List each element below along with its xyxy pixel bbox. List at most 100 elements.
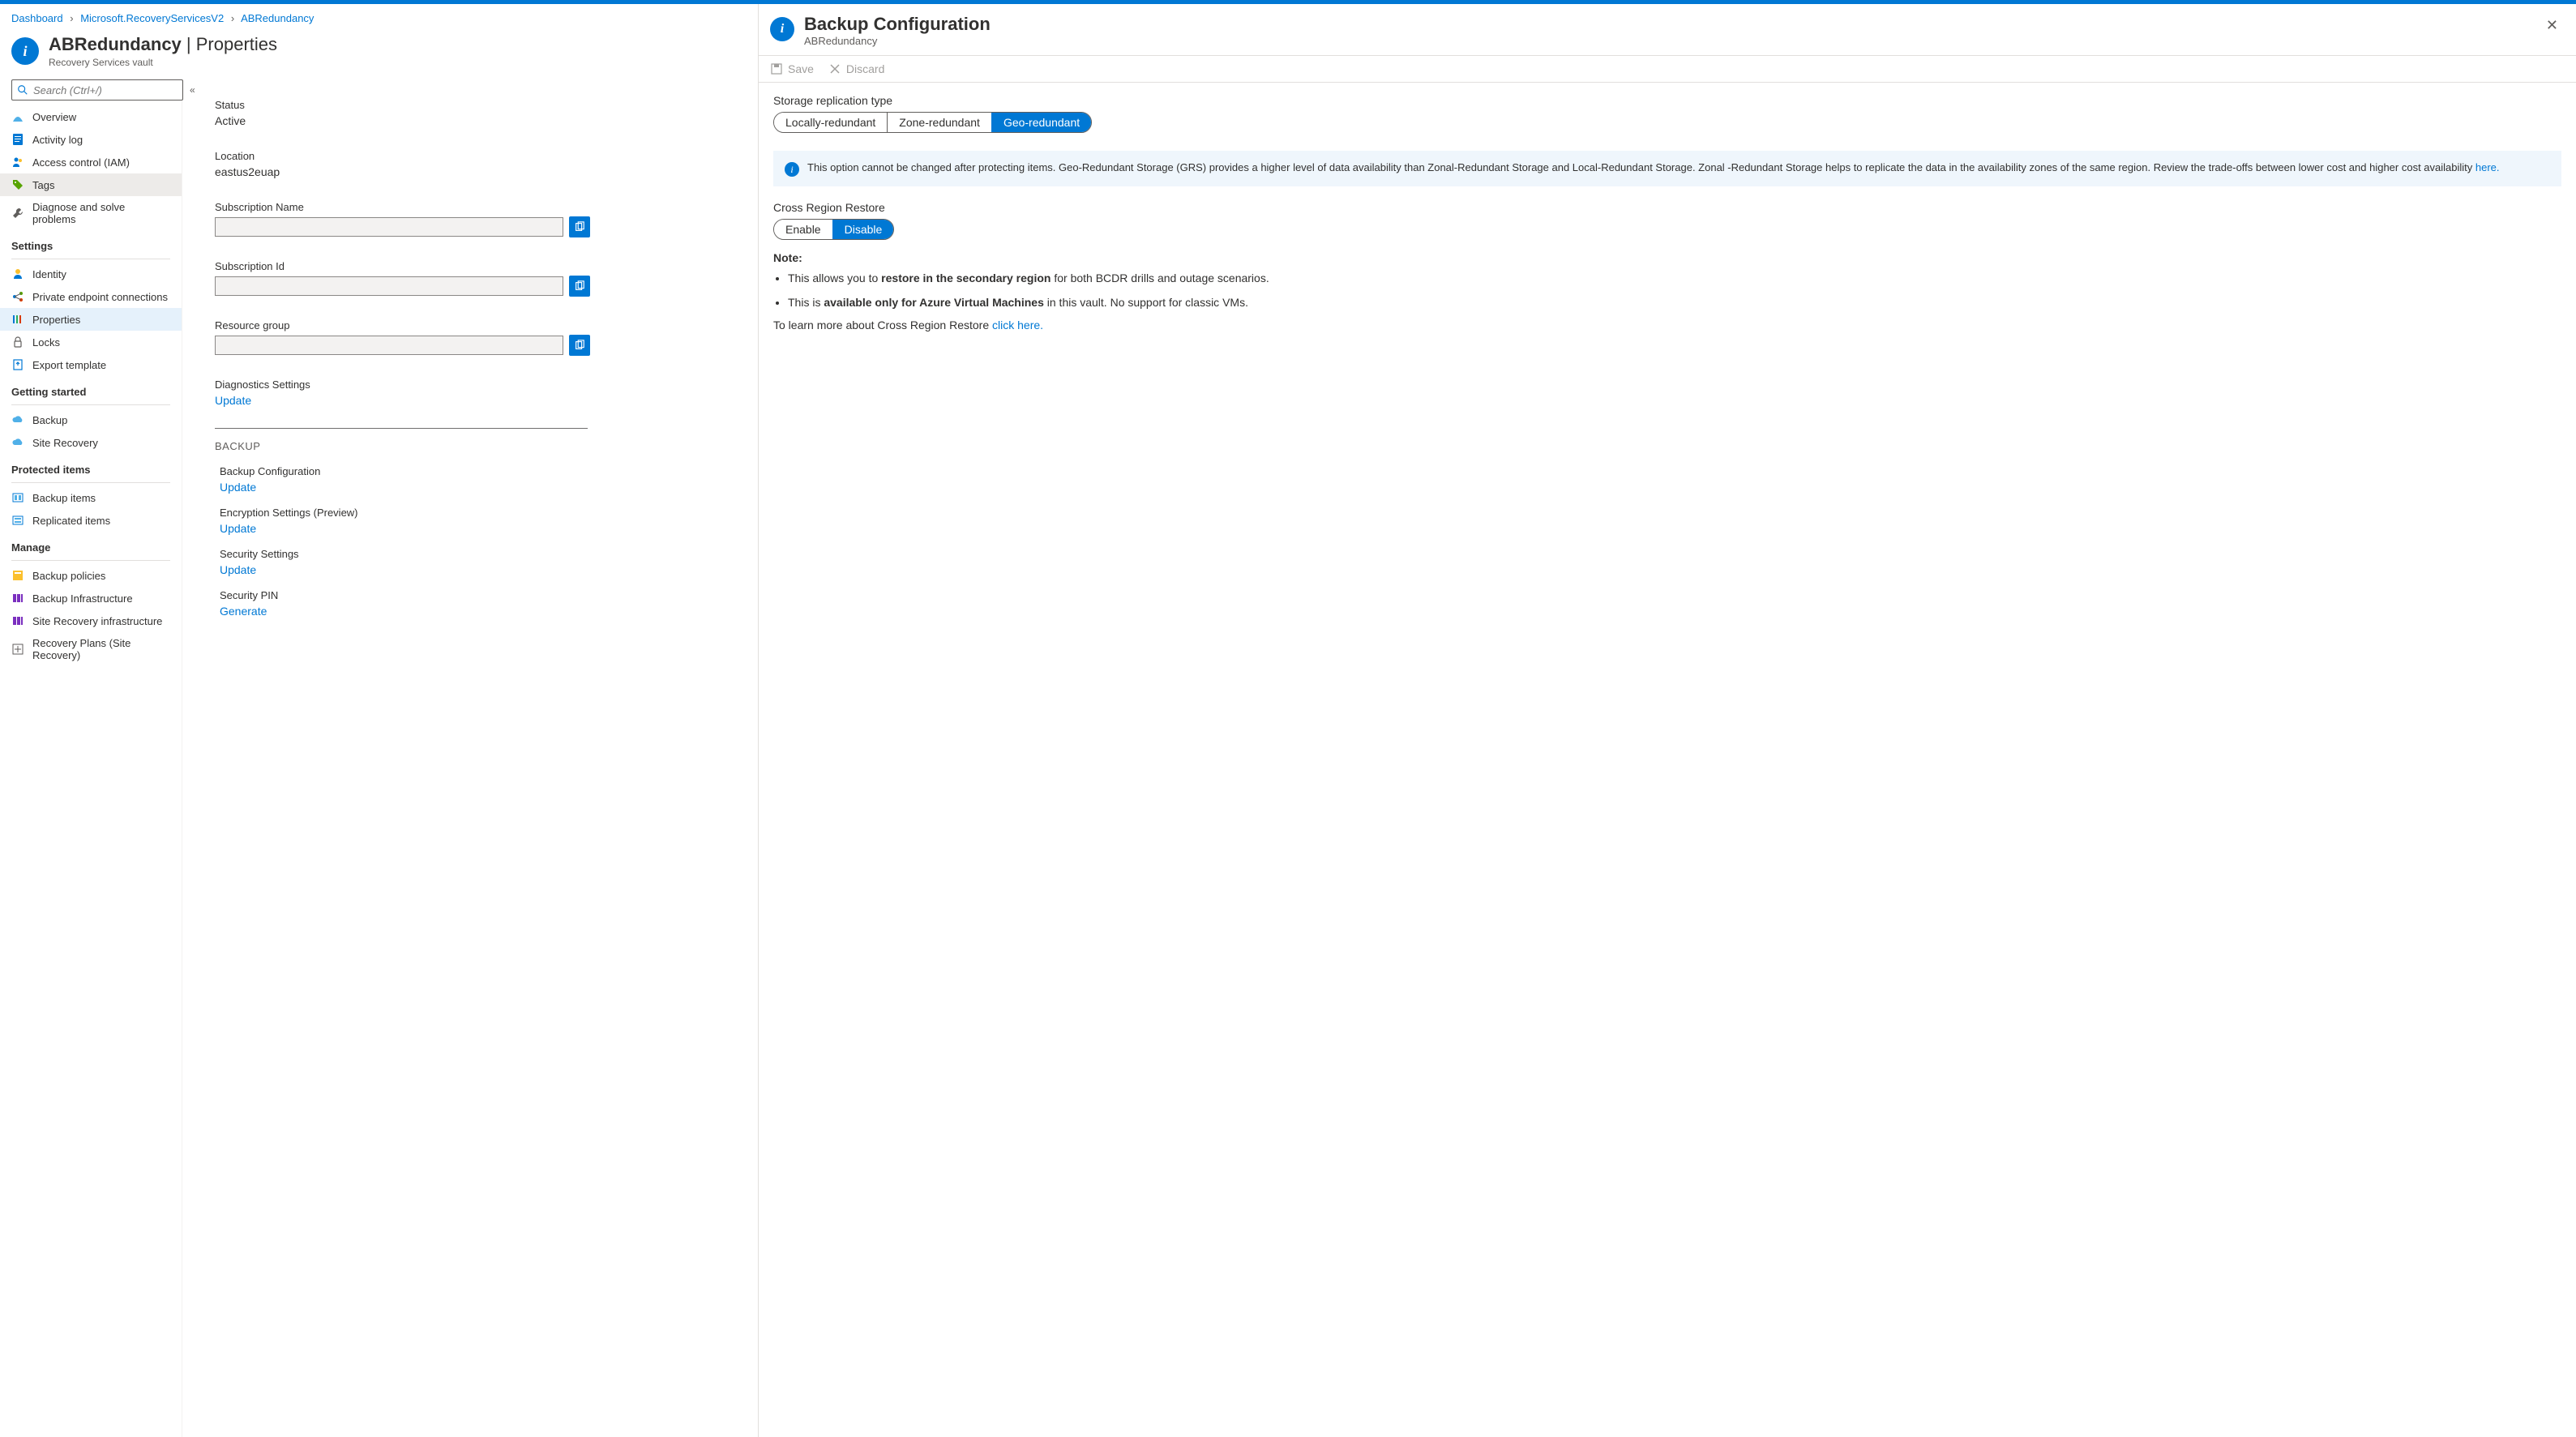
nav-backup-policies[interactable]: Backup policies bbox=[0, 564, 182, 587]
repl-label: Storage replication type bbox=[773, 94, 2561, 107]
enc-label: Encryption Settings (Preview) bbox=[220, 507, 742, 519]
panel-title: Backup Configuration bbox=[804, 14, 991, 35]
discard-button[interactable]: Discard bbox=[828, 62, 884, 75]
location-label: Location bbox=[215, 150, 742, 162]
crr-opt-enable[interactable]: Enable bbox=[774, 220, 832, 239]
endpoint-icon bbox=[11, 290, 24, 303]
copy-subname-button[interactable] bbox=[569, 216, 590, 237]
breadcrumb-link-0[interactable]: Dashboard bbox=[11, 12, 63, 24]
lock-icon bbox=[11, 336, 24, 349]
note-heading: Note: bbox=[773, 251, 2561, 264]
crr-pill-group: Enable Disable bbox=[773, 219, 894, 240]
info-icon: i bbox=[785, 162, 799, 177]
bc-update-link[interactable]: Update bbox=[220, 481, 742, 494]
search-input[interactable] bbox=[33, 84, 178, 96]
status-label: Status bbox=[215, 99, 742, 111]
backup-items-icon bbox=[11, 491, 24, 504]
sr-infra-icon bbox=[11, 614, 24, 627]
repl-opt-local[interactable]: Locally-redundant bbox=[774, 113, 887, 132]
save-button[interactable]: Save bbox=[770, 62, 814, 75]
repl-pill-group: Locally-redundant Zone-redundant Geo-red… bbox=[773, 112, 1092, 133]
nav-replicated-items[interactable]: Replicated items bbox=[0, 509, 182, 532]
divider bbox=[215, 428, 588, 429]
page-subtitle: Recovery Services vault bbox=[49, 57, 277, 68]
nav-diagnose[interactable]: Diagnose and solve problems bbox=[0, 196, 182, 230]
nav-backup-infra[interactable]: Backup Infrastructure bbox=[0, 587, 182, 609]
policies-icon bbox=[11, 569, 24, 582]
nav-recovery-plans[interactable]: Recovery Plans (Site Recovery) bbox=[0, 632, 182, 666]
discard-icon bbox=[828, 62, 841, 75]
crr-label: Cross Region Restore bbox=[773, 201, 2561, 214]
panel-info-icon: i bbox=[770, 17, 794, 41]
subid-input[interactable] bbox=[215, 276, 563, 296]
breadcrumb: Dashboard › Microsoft.RecoveryServicesV2… bbox=[0, 4, 758, 28]
note-item-1: This allows you to restore in the second… bbox=[788, 271, 2561, 287]
identity-icon bbox=[11, 267, 24, 280]
save-icon bbox=[770, 62, 783, 75]
nav-sr-infra[interactable]: Site Recovery infrastructure bbox=[0, 609, 182, 632]
nav-private-endpoint[interactable]: Private endpoint connections bbox=[0, 285, 182, 308]
infra-icon bbox=[11, 592, 24, 605]
wrench-icon bbox=[11, 207, 24, 220]
diag-label: Diagnostics Settings bbox=[215, 378, 742, 391]
pin-label: Security PIN bbox=[220, 589, 742, 601]
location-value: eastus2euap bbox=[215, 165, 742, 178]
cloud-recovery-icon bbox=[11, 436, 24, 449]
learn-more: To learn more about Cross Region Restore… bbox=[773, 319, 2561, 331]
nav-iam[interactable]: Access control (IAM) bbox=[0, 151, 182, 173]
note-item-2: This is available only for Azure Virtual… bbox=[788, 295, 2561, 311]
nav-identity[interactable]: Identity bbox=[0, 263, 182, 285]
rg-input[interactable] bbox=[215, 336, 563, 355]
collapse-nav-button[interactable]: « bbox=[190, 84, 195, 96]
learn-more-link[interactable]: click here. bbox=[992, 319, 1043, 331]
vault-info-icon: i bbox=[11, 37, 39, 65]
pin-generate-link[interactable]: Generate bbox=[220, 605, 742, 618]
nav-backup[interactable]: Backup bbox=[0, 408, 182, 431]
properties-icon bbox=[11, 313, 24, 326]
log-icon bbox=[11, 133, 24, 146]
nav-export-template[interactable]: Export template bbox=[0, 353, 182, 376]
nav-tags[interactable]: Tags bbox=[0, 173, 182, 196]
nav-locks[interactable]: Locks bbox=[0, 331, 182, 353]
backup-section-head: BACKUP bbox=[215, 440, 742, 452]
tag-icon bbox=[11, 178, 24, 191]
info-callout: i This option cannot be changed after pr… bbox=[773, 151, 2561, 186]
nav-site-recovery[interactable]: Site Recovery bbox=[0, 431, 182, 454]
enc-update-link[interactable]: Update bbox=[220, 522, 742, 535]
breadcrumb-link-2[interactable]: ABRedundancy bbox=[241, 12, 314, 24]
subid-label: Subscription Id bbox=[215, 260, 742, 272]
repl-opt-geo[interactable]: Geo-redundant bbox=[991, 113, 1091, 132]
panel-subtitle: ABRedundancy bbox=[804, 35, 991, 47]
nav-activity-log[interactable]: Activity log bbox=[0, 128, 182, 151]
nav-group-protected: Protected items bbox=[0, 454, 182, 479]
nav-backup-items[interactable]: Backup items bbox=[0, 486, 182, 509]
nav-overview[interactable]: Overview bbox=[0, 105, 182, 128]
repl-opt-zone[interactable]: Zone-redundant bbox=[887, 113, 991, 132]
breadcrumb-link-1[interactable]: Microsoft.RecoveryServicesV2 bbox=[80, 12, 224, 24]
status-value: Active bbox=[215, 114, 742, 127]
close-panel-button[interactable]: ✕ bbox=[2543, 14, 2561, 37]
people-icon bbox=[11, 156, 24, 169]
info-here-link[interactable]: here. bbox=[2475, 161, 2500, 173]
subname-input[interactable] bbox=[215, 217, 563, 237]
plans-icon bbox=[11, 643, 24, 656]
nav-properties[interactable]: Properties bbox=[0, 308, 182, 331]
copy-subid-button[interactable] bbox=[569, 276, 590, 297]
chevron-right-icon: › bbox=[70, 12, 73, 24]
copy-rg-button[interactable] bbox=[569, 335, 590, 356]
export-icon bbox=[11, 358, 24, 371]
nav-group-getting-started: Getting started bbox=[0, 376, 182, 401]
cloud-backup-icon bbox=[11, 413, 24, 426]
replicated-items-icon bbox=[11, 514, 24, 527]
crr-opt-disable[interactable]: Disable bbox=[832, 220, 894, 239]
diag-update-link[interactable]: Update bbox=[215, 394, 742, 407]
nav-group-manage: Manage bbox=[0, 532, 182, 557]
page-title: ABRedundancy | Properties bbox=[49, 34, 277, 55]
sec-label: Security Settings bbox=[220, 548, 742, 560]
nav-group-settings: Settings bbox=[0, 230, 182, 255]
subname-label: Subscription Name bbox=[215, 201, 742, 213]
rg-label: Resource group bbox=[215, 319, 742, 331]
search-input-wrapper[interactable] bbox=[11, 79, 183, 101]
chevron-right-icon: › bbox=[231, 12, 234, 24]
sec-update-link[interactable]: Update bbox=[220, 563, 742, 576]
